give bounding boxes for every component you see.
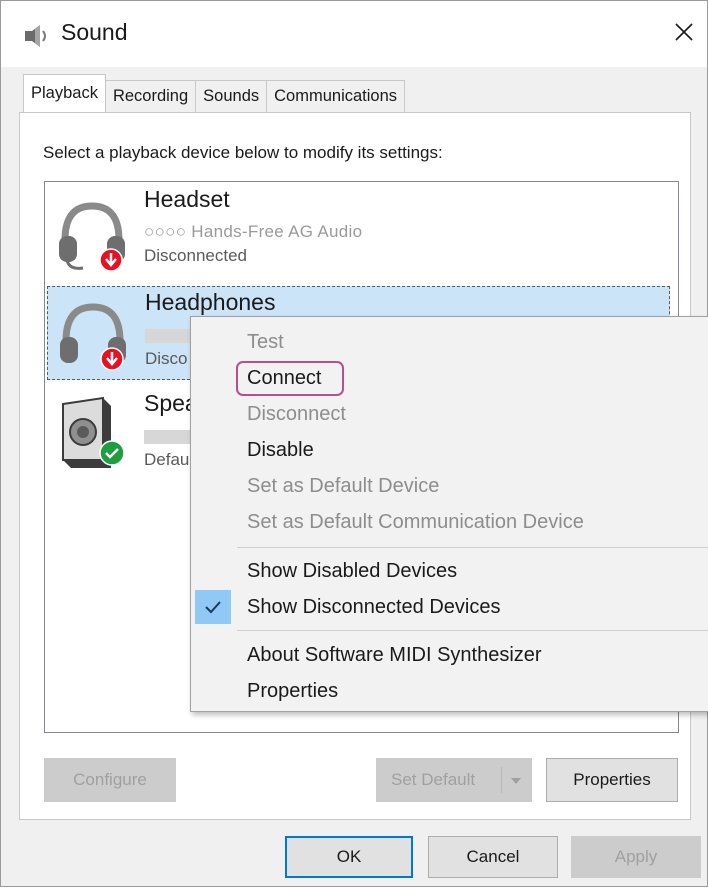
- menu-item-properties[interactable]: Properties: [247, 674, 338, 708]
- context-menu: Test Connect Disconnect Disable Set as D…: [190, 316, 708, 712]
- check-badge-icon: [99, 440, 125, 466]
- down-arrow-badge-icon: [99, 248, 123, 272]
- set-default-label: Set Default: [391, 770, 476, 789]
- speaker-app-icon: [25, 25, 46, 47]
- menu-item-set-default-device[interactable]: Set as Default Device: [247, 469, 439, 503]
- ok-button[interactable]: OK: [285, 836, 413, 878]
- device-status: Disconnected: [144, 246, 248, 265]
- down-arrow-badge-icon: [100, 347, 124, 371]
- set-default-button[interactable]: Set Default: [376, 758, 532, 802]
- menu-separator: [237, 547, 708, 548]
- device-name: Headphones: [145, 289, 276, 315]
- window-title: Sound: [61, 19, 128, 45]
- menu-item-about-midi-synth[interactable]: About Software MIDI Synthesizer: [247, 638, 542, 672]
- close-icon: [675, 23, 693, 41]
- tab-sounds[interactable]: Sounds: [195, 80, 268, 112]
- cancel-button[interactable]: Cancel: [428, 836, 558, 878]
- device-name: Headset: [144, 186, 230, 212]
- instruction-text: Select a playback device below to modify…: [43, 143, 443, 162]
- tab-recording[interactable]: Recording: [104, 80, 197, 112]
- connect-highlight-box: [236, 361, 344, 396]
- device-description: ○○○○ Hands-Free AG Audio: [144, 222, 363, 241]
- apply-button[interactable]: Apply: [571, 836, 701, 878]
- chevron-down-icon[interactable]: [509, 776, 523, 786]
- menu-item-set-default-communication-device[interactable]: Set as Default Communication Device: [247, 505, 584, 539]
- menu-item-show-disconnected-devices[interactable]: Show Disconnected Devices: [247, 590, 500, 624]
- menu-item-show-disabled-devices[interactable]: Show Disabled Devices: [247, 554, 457, 588]
- tab-strip: Playback Recording Sounds Communications: [23, 74, 406, 112]
- tab-playback[interactable]: Playback: [23, 74, 106, 112]
- split-divider: [501, 767, 502, 793]
- title-bar: Sound: [1, 1, 707, 67]
- menu-item-disconnect[interactable]: Disconnect: [247, 397, 346, 431]
- close-button[interactable]: [661, 9, 707, 55]
- configure-button[interactable]: Configure: [44, 758, 176, 802]
- redacted-description: [144, 430, 196, 444]
- device-item-headset[interactable]: Headset ○○○○ Hands-Free AG Audio Disconn…: [47, 184, 670, 274]
- menu-item-disable[interactable]: Disable: [247, 433, 314, 467]
- properties-button[interactable]: Properties: [546, 758, 678, 802]
- device-status: Defau: [144, 450, 190, 469]
- tab-communications[interactable]: Communications: [266, 80, 406, 112]
- checkmark-icon: [195, 590, 231, 624]
- menu-item-test[interactable]: Test: [247, 325, 284, 359]
- menu-separator: [237, 630, 708, 631]
- device-status: Disco: [145, 349, 188, 368]
